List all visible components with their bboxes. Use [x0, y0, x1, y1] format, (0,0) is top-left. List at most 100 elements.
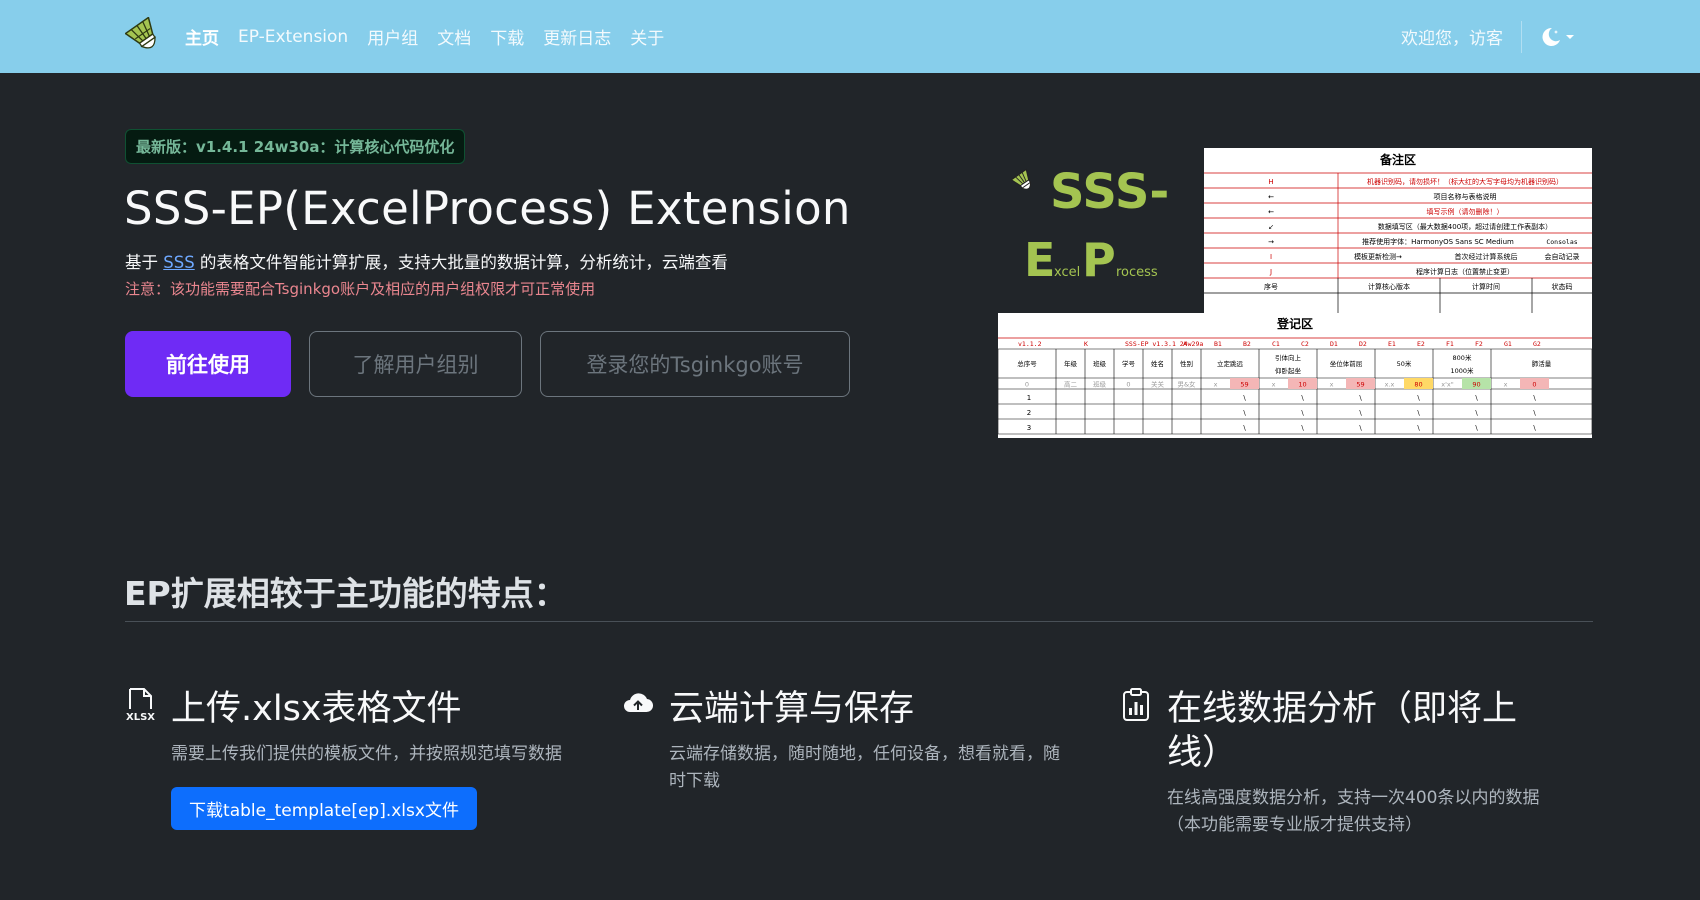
reg-code-7: C2	[1301, 340, 1309, 348]
reg-example-cell-11: 59	[1356, 381, 1364, 389]
notes-row-2-key: ←	[1268, 208, 1274, 216]
navbar: 主页 EP-Extension 用户组 文档 下载 更新日志 关于 欢迎您，访客	[0, 0, 1700, 73]
reg-example-cell-17: 0	[1532, 381, 1536, 389]
version-badge-text: 最新版：v1.4.1 24w30a：计算核心代码优化	[136, 138, 455, 156]
reg-example-cell-4: 关关	[1151, 380, 1165, 389]
clipboard-data-icon	[1123, 688, 1149, 721]
learn-user-groups-button[interactable]: 了解用户组别	[309, 331, 522, 397]
logo-shuttlecock-icon	[1010, 168, 1032, 190]
welcome-user-link[interactable]: 欢迎您，访客	[1401, 24, 1503, 49]
reg-example-cell-5: 男&女	[1177, 380, 1196, 389]
reg-header-11: 肺活量	[1532, 359, 1552, 368]
reg-code-2: SSS-EP v1.3.1 24w29a	[1125, 340, 1203, 348]
notes-row-0-text: 机器识别码，请勿损坏！（标大红的大写字母均为机器识别码）	[1367, 177, 1563, 186]
reg-example-cell-9: 10	[1298, 381, 1306, 389]
notes-title: 备注区	[1379, 152, 1416, 167]
feature-cloud-desc-line1: 云端存储数据，随时随地，任何设备，想看就看，随	[669, 744, 1060, 764]
sss-link[interactable]: SSS	[163, 253, 194, 272]
notes-row-4-extra: Consolas	[1546, 238, 1577, 246]
reg-example-cell-3: 0	[1126, 381, 1130, 389]
reg-code-6: C1	[1272, 340, 1280, 348]
reg-code-3: A	[1183, 340, 1187, 348]
reg-example-cell-10: x	[1330, 381, 1334, 389]
reg-code-9: D2	[1359, 340, 1367, 348]
notes-row-6-key: J	[1269, 268, 1272, 276]
reg-example-cell-13: 80	[1414, 381, 1422, 389]
nav-link-changelog[interactable]: 更新日志	[543, 24, 611, 49]
hero-warning-note: 注意：该功能需要配合Tsginkgo账户及相应的用户组权限才可正常使用	[125, 280, 596, 298]
reg-example-cell-12: x.x	[1385, 381, 1395, 389]
reg-code-14: G1	[1504, 340, 1512, 348]
theme-toggle[interactable]	[1540, 26, 1575, 48]
notes-row-5-extra2: 会自动记录	[1545, 252, 1580, 261]
nav-link-home[interactable]: 主页	[185, 24, 219, 49]
notes-row-5-text: 模板更新检测→	[1354, 252, 1402, 261]
feature-analysis-title-line2: 线）	[1167, 733, 1238, 773]
reg-code-12: F1	[1446, 340, 1454, 348]
reg-code-0: v1.1.2	[1018, 340, 1042, 348]
reg-header-8: 坐位体前屈	[1330, 359, 1363, 368]
reg-code-1: K	[1084, 340, 1088, 348]
logo-rocess-text: rocess	[1116, 265, 1158, 280]
shuttlecock-icon	[125, 16, 156, 49]
notes-header-0: 序号	[1264, 282, 1278, 291]
notes-row-3-key: ↙	[1268, 223, 1274, 231]
reg-example-cell-15: 90	[1472, 381, 1480, 389]
template-preview-image: SSS- E xcel P rocess 备注区 H 机器识别码，请勿损坏！（标…	[998, 148, 1592, 438]
reg-example-cell-2: 班级	[1093, 380, 1107, 389]
nav-divider	[1521, 20, 1522, 53]
moon-stars-icon	[1542, 27, 1560, 46]
nav-link-about[interactable]: 关于	[630, 24, 664, 49]
feature-upload-title: 上传.xlsx表格文件	[171, 689, 462, 729]
nav-link-user-groups[interactable]: 用户组	[367, 24, 418, 49]
reg-row-2-index: 2	[1027, 409, 1031, 417]
page-title: SSS-EP(ExcelProcess) Extension	[124, 182, 851, 235]
notes-row-6-text: 程序计算日志（位置禁止变更）	[1416, 267, 1514, 276]
reg-header-4: 姓名	[1151, 359, 1164, 368]
reg-row-1-index: 1	[1027, 394, 1031, 402]
notes-header-3: 状态码	[1552, 282, 1573, 291]
notes-row-5-extra1: 首次经过计算系统后	[1455, 252, 1518, 261]
reg-header-2: 班级	[1093, 359, 1107, 368]
nav-link-docs[interactable]: 文档	[437, 24, 471, 49]
nav-link-ep-extension[interactable]: EP-Extension	[238, 27, 348, 47]
version-badge: 最新版：v1.4.1 24w30a：计算核心代码优化	[125, 129, 466, 164]
reg-example-cell-6: x	[1214, 381, 1218, 389]
notes-table: 备注区 H 机器识别码，请勿损坏！（标大红的大写字母均为机器识别码） ← 项目名…	[1204, 148, 1592, 313]
feature-upload-desc: 需要上传我们提供的模板文件，并按照规范填写数据	[171, 744, 562, 764]
reg-code-13: F2	[1475, 340, 1483, 348]
hero-desc-prefix: 基于	[125, 253, 164, 272]
reg-code-11: E2	[1417, 340, 1425, 348]
reg-example-cell-8: x	[1272, 381, 1276, 389]
logo-xcel-text: xcel	[1054, 265, 1080, 280]
reg-header-10: 800米	[1453, 353, 1472, 362]
reg-code-15: G2	[1533, 340, 1541, 348]
download-template-button[interactable]: 下载table_template[ep].xlsx文件	[171, 787, 477, 830]
reg-example-cell-7: 59	[1240, 381, 1248, 389]
svg-text:XLSX: XLSX	[126, 712, 155, 723]
nav-link-download[interactable]: 下载	[490, 24, 524, 49]
feature-analysis-desc-line1: 在线高强度数据分析，支持一次400条以内的数据	[1167, 788, 1540, 808]
brand-logo[interactable]	[125, 16, 165, 57]
login-tsginkgo-button[interactable]: 登录您的Tsginkgo账号	[540, 331, 850, 397]
file-xlsx-icon: XLSX	[126, 688, 155, 723]
reg-code-5: B2	[1243, 340, 1251, 348]
reg-example-cell-0: 0	[1025, 381, 1029, 389]
navbar-inner: 主页 EP-Extension 用户组 文档 下载 更新日志 关于 欢迎您，访客	[125, 0, 1575, 73]
reg-example-cell-14: x'x"	[1441, 381, 1453, 389]
notes-row-4-text: 推荐使用字体：HarmonyOS Sans SC Medium	[1362, 237, 1514, 246]
reg-header-5: 性别	[1180, 359, 1193, 368]
nav-right: 欢迎您，访客	[1401, 20, 1575, 53]
reg-header-9: 50米	[1397, 359, 1412, 368]
notes-header-2: 计算时间	[1472, 282, 1500, 291]
notes-row-0-key: H	[1268, 178, 1273, 186]
feature-analysis-desc-line2: （本功能需要专业版才提供支持）	[1167, 815, 1422, 835]
go-use-button[interactable]: 前往使用	[125, 331, 291, 397]
feature-analysis-title-line1: 在线数据分析（即将上	[1167, 689, 1518, 729]
reg-subheader-0: 仰卧起坐	[1275, 366, 1302, 375]
reg-code-4: B1	[1214, 340, 1222, 348]
notes-header-1: 计算核心版本	[1368, 282, 1410, 291]
reg-code-8: D1	[1330, 340, 1338, 348]
reg-code-10: E1	[1388, 340, 1396, 348]
notes-row-2-text: 填写示例（请勿删除！）	[1427, 207, 1504, 216]
